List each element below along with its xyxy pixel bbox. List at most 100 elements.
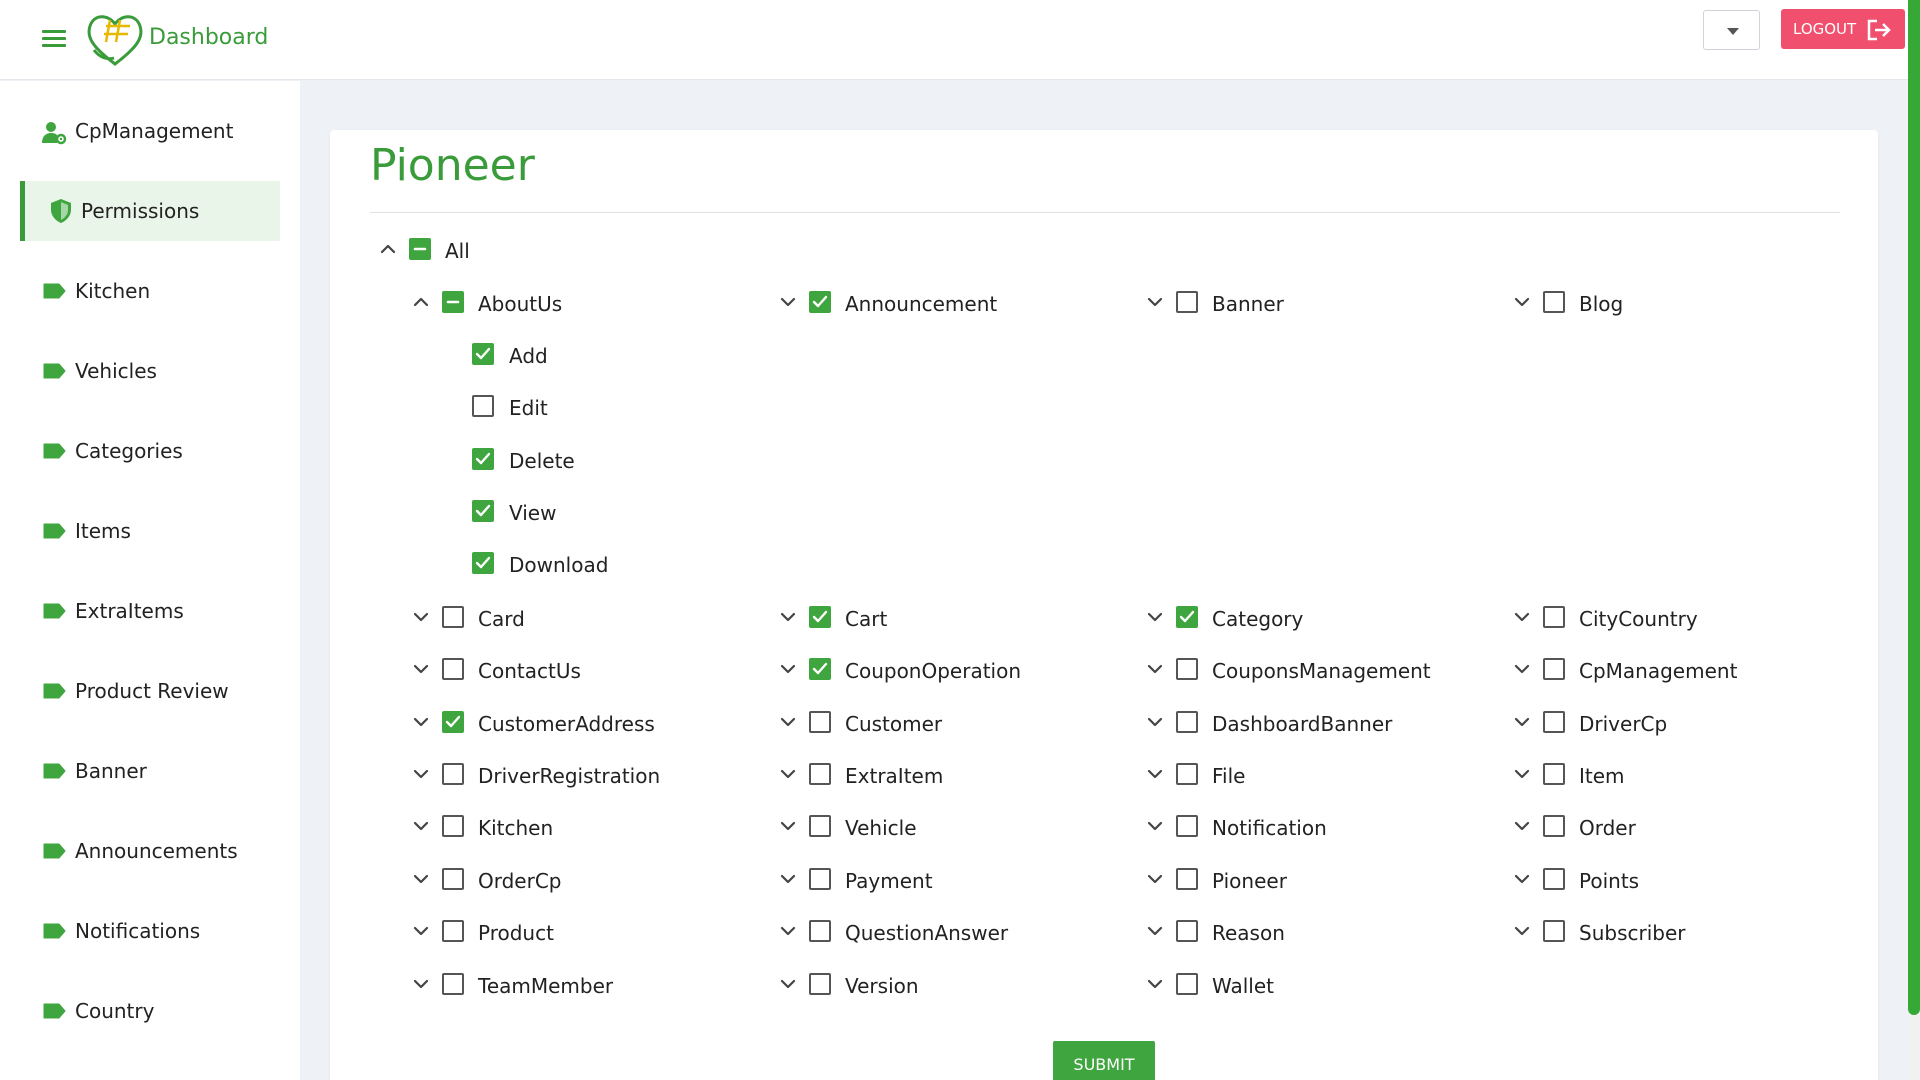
sidebar-item-label: Notifications bbox=[75, 919, 201, 943]
permission-action-row: Download bbox=[330, 548, 1878, 578]
permission-checkbox[interactable] bbox=[1543, 920, 1565, 942]
sidebar-item-notifications[interactable]: Notifications bbox=[20, 901, 280, 961]
permission-label: Download bbox=[509, 553, 609, 577]
permission-action-row: Delete bbox=[330, 444, 1878, 474]
permission-label: Add bbox=[509, 344, 548, 368]
permission-label: Subscriber bbox=[1579, 921, 1686, 945]
permission-node-all: All bbox=[330, 234, 1878, 264]
permission-checkbox[interactable] bbox=[472, 343, 494, 365]
permission-checkbox[interactable] bbox=[1543, 658, 1565, 680]
chevron-down-icon[interactable] bbox=[1511, 658, 1533, 680]
permission-checkbox[interactable] bbox=[472, 448, 494, 470]
sidebar-item-vehicles[interactable]: Vehicles bbox=[20, 341, 280, 401]
logo bbox=[87, 15, 143, 66]
permission-node-item: Item bbox=[330, 759, 1878, 789]
permission-checkbox[interactable] bbox=[409, 238, 431, 260]
permission-label: CityCountry bbox=[1579, 607, 1698, 631]
sidebar-item-label: Permissions bbox=[81, 199, 200, 223]
permission-label: DriverCp bbox=[1579, 712, 1668, 736]
sidebar-item-kitchen[interactable]: Kitchen bbox=[20, 261, 280, 321]
logout-button[interactable]: LOGOUT bbox=[1781, 9, 1905, 49]
sidebar-item-label: Categories bbox=[75, 439, 183, 463]
permission-node-wallet: Wallet bbox=[330, 969, 1878, 999]
top-bar: Dashboard LOGOUT bbox=[0, 0, 1908, 80]
permission-checkbox[interactable] bbox=[1176, 973, 1198, 995]
logout-icon bbox=[1867, 19, 1891, 41]
permission-node-points: Points bbox=[330, 864, 1878, 894]
tag-icon bbox=[43, 523, 66, 539]
sidebar-item-permissions[interactable]: Permissions bbox=[20, 181, 280, 241]
permissions-card: Pioneer SUBMIT All AboutUs Announcement Ban… bbox=[330, 130, 1878, 1080]
permission-checkbox[interactable] bbox=[1543, 763, 1565, 785]
permission-label: Wallet bbox=[1212, 974, 1275, 998]
permission-label: All bbox=[445, 239, 470, 263]
permission-node-subscriber: Subscriber bbox=[330, 916, 1878, 946]
sidebar-item-categories[interactable]: Categories bbox=[20, 421, 280, 481]
permission-label: Points bbox=[1579, 869, 1640, 893]
permission-checkbox[interactable] bbox=[1543, 291, 1565, 313]
permission-checkbox[interactable] bbox=[472, 395, 494, 417]
page-title: Pioneer bbox=[370, 140, 535, 191]
tag-icon bbox=[43, 923, 66, 939]
sidebar-item-label: Announcements bbox=[75, 839, 238, 863]
sidebar-item-label: Country bbox=[75, 999, 155, 1023]
sidebar-item-label: Vehicles bbox=[75, 359, 157, 383]
sidebar-item-announcements[interactable]: Announcements bbox=[20, 821, 280, 881]
tag-icon bbox=[43, 363, 66, 379]
chevron-down-icon[interactable] bbox=[1511, 606, 1533, 628]
tag-icon bbox=[43, 283, 66, 299]
sidebar: CpManagement Permissions Kitchen Vehicles Ca… bbox=[0, 81, 300, 1080]
permission-checkbox[interactable] bbox=[472, 500, 494, 522]
sidebar-item-label: Kitchen bbox=[75, 279, 151, 303]
sidebar-item-country[interactable]: Country bbox=[20, 981, 280, 1041]
divider bbox=[370, 212, 1840, 213]
tag-icon bbox=[43, 1003, 66, 1019]
permission-action-row: Edit bbox=[330, 391, 1878, 421]
sidebar-item-label: Product Review bbox=[75, 679, 229, 703]
brand-name: Dashboard bbox=[149, 25, 269, 50]
chevron-down-icon[interactable] bbox=[1511, 868, 1533, 890]
permission-node-blog: Blog bbox=[330, 287, 1878, 317]
chevron-down-icon[interactable] bbox=[1511, 763, 1533, 785]
sidebar-item-product-review[interactable]: Product Review bbox=[20, 661, 280, 721]
tag-icon bbox=[43, 763, 66, 779]
chevron-down-icon[interactable] bbox=[1511, 920, 1533, 942]
sidebar-item-extraitems[interactable]: ExtraItems bbox=[20, 581, 280, 641]
user-dropdown-button[interactable] bbox=[1703, 10, 1760, 50]
submit-button[interactable]: SUBMIT bbox=[1053, 1041, 1155, 1080]
chevron-down-icon[interactable] bbox=[1511, 291, 1533, 313]
permission-checkbox[interactable] bbox=[1543, 868, 1565, 890]
check-icon bbox=[475, 556, 491, 569]
permission-checkbox[interactable] bbox=[1543, 711, 1565, 733]
permission-label: Item bbox=[1579, 764, 1625, 788]
sidebar-item-cpmanagement[interactable]: CpManagement bbox=[20, 101, 280, 161]
sidebar-item-banner[interactable]: Banner bbox=[20, 741, 280, 801]
scrollbar-thumb[interactable] bbox=[1908, 0, 1920, 1015]
chevron-down-icon[interactable] bbox=[1511, 711, 1533, 733]
permission-label: CpManagement bbox=[1579, 659, 1738, 683]
menu-icon[interactable] bbox=[42, 30, 66, 48]
permission-action-row: Add bbox=[330, 339, 1878, 369]
permission-node-drivercp: DriverCp bbox=[330, 707, 1878, 737]
chevron-down-icon[interactable] bbox=[1511, 815, 1533, 837]
sidebar-item-label: ExtraItems bbox=[75, 599, 184, 623]
permission-node-order: Order bbox=[330, 811, 1878, 841]
permission-label: Blog bbox=[1579, 292, 1624, 316]
sidebar-item-label: CpManagement bbox=[75, 119, 234, 143]
permission-checkbox[interactable] bbox=[1543, 606, 1565, 628]
permission-checkbox[interactable] bbox=[472, 552, 494, 574]
chevron-up-icon[interactable] bbox=[377, 238, 399, 260]
permission-checkbox[interactable] bbox=[1543, 815, 1565, 837]
check-icon bbox=[475, 452, 491, 465]
check-icon bbox=[475, 347, 491, 360]
permission-node-cpmanagement: CpManagement bbox=[330, 654, 1878, 684]
sidebar-item-items[interactable]: Items bbox=[20, 501, 280, 561]
sidebar-item-label: Items bbox=[75, 519, 131, 543]
tag-icon bbox=[43, 843, 66, 859]
user-gear-icon bbox=[42, 122, 67, 145]
chevron-down-icon[interactable] bbox=[1144, 973, 1166, 995]
permission-label: View bbox=[509, 501, 557, 525]
caret-down-icon bbox=[1727, 28, 1739, 35]
permission-label: Order bbox=[1579, 816, 1636, 840]
sidebar-item-label: Banner bbox=[75, 759, 147, 783]
